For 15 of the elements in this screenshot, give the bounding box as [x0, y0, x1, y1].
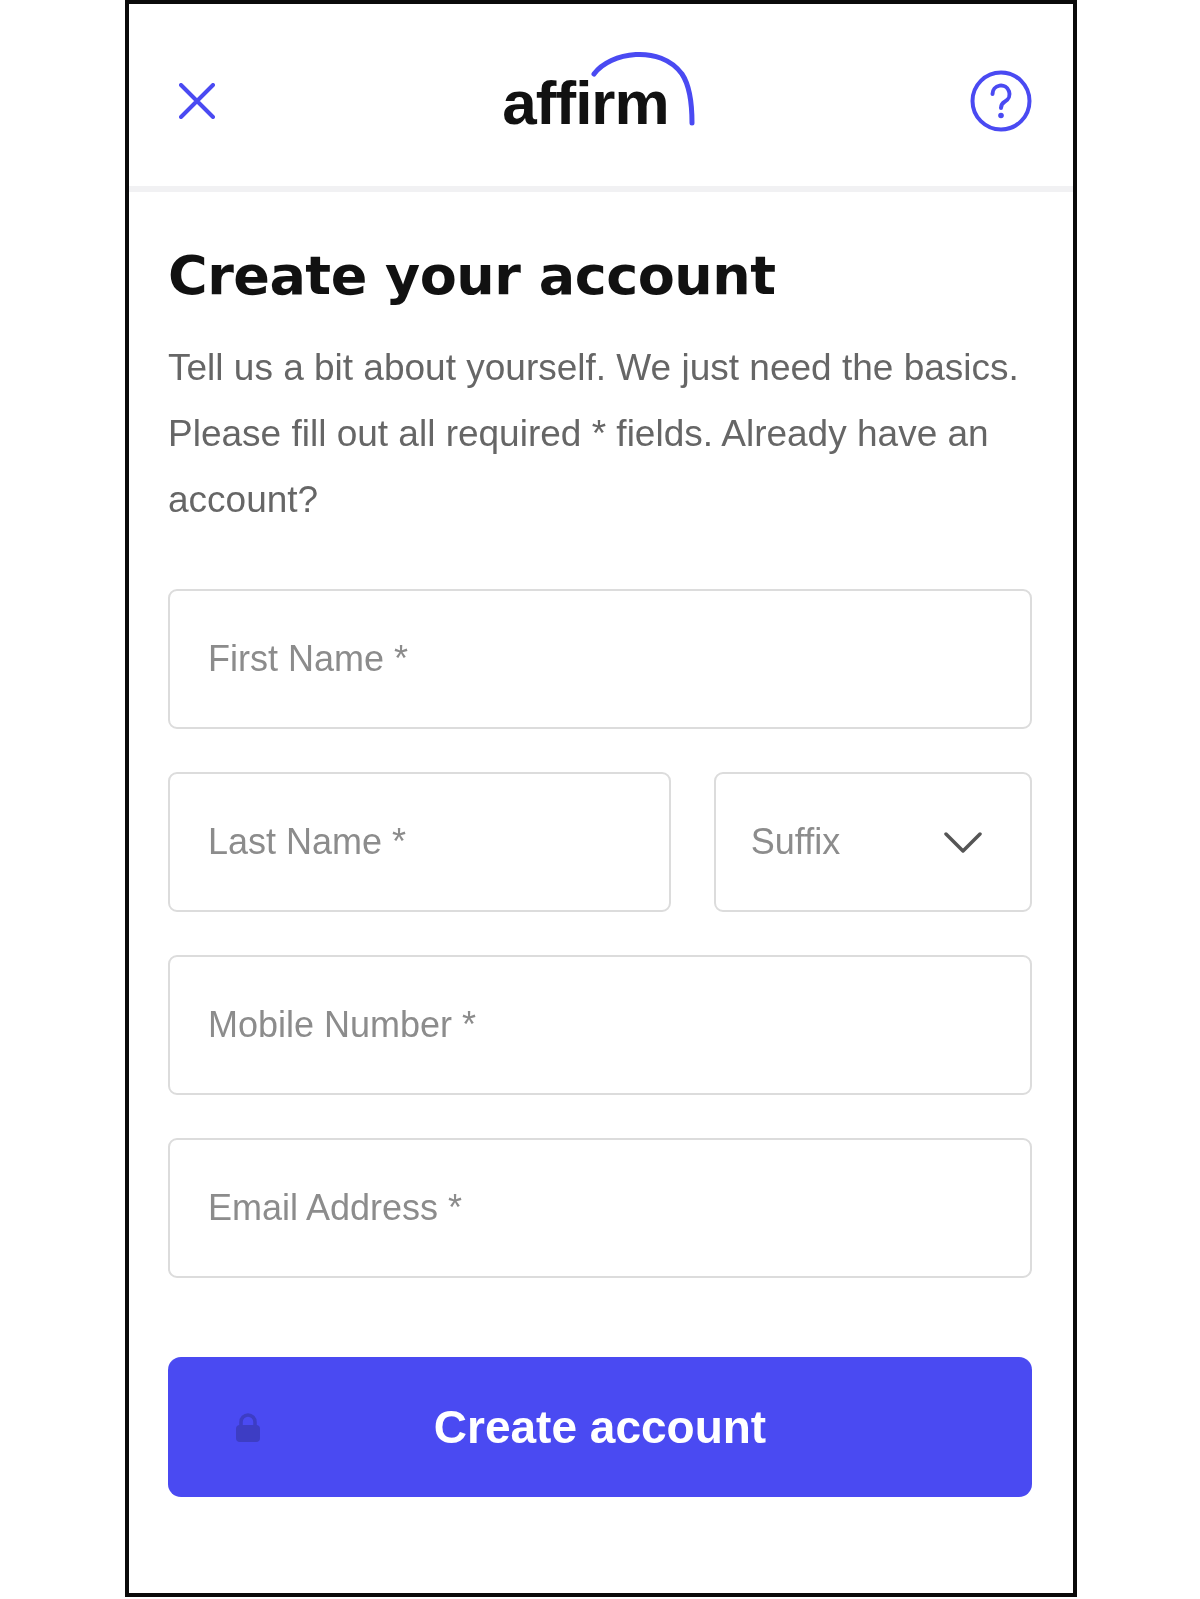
lock-icon	[234, 1413, 262, 1443]
input-field[interactable]: First Name *	[168, 589, 1032, 729]
input-field[interactable]: Mobile Number *	[168, 955, 1032, 1095]
help-button[interactable]	[970, 70, 1032, 132]
input-field[interactable]: Last Name *	[168, 772, 671, 912]
page-heading: Create your account	[168, 243, 777, 309]
intro-text: Tell us a bit about yourself. We just need the basics. Please fill out all required * fields. Already have an account?	[168, 346, 1020, 522]
input-field[interactable]: Email Address *	[168, 1138, 1032, 1278]
logo: affirm	[502, 50, 709, 138]
dropdown-field[interactable]: Suffix	[713, 772, 1032, 912]
close-button[interactable]	[179, 83, 215, 119]
close-icon	[179, 83, 215, 119]
create-account-button[interactable]: Create account	[168, 1357, 1032, 1497]
chevron-down-icon	[944, 831, 982, 853]
help-icon	[970, 70, 1032, 132]
